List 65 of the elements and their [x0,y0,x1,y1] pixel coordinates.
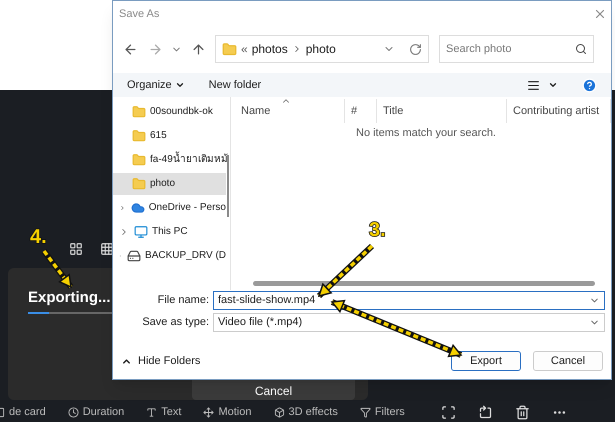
trash-icon[interactable] [514,404,530,420]
combo-field[interactable]: Video file (*.mp4) [213,313,605,332]
command-button[interactable]: Organize [127,76,185,94]
close-icon[interactable] [593,7,607,21]
toolbar-label[interactable]: de card [9,404,46,420]
folder-icon [132,153,146,167]
view-icon[interactable] [527,78,540,92]
folder-icon [132,129,146,143]
nav-item[interactable]: 00soundbk-ok [113,101,226,123]
field-label: File name: [156,293,209,308]
toolbar-label[interactable]: Motion [218,404,252,420]
cube-icon[interactable] [274,406,284,418]
address-prefix: « [241,41,248,58]
nav-item[interactable]: BACKUP_DRV (D [113,245,226,267]
nav-item[interactable]: 615 [113,125,226,147]
field-label: Save as type: [141,315,209,330]
filter-icon[interactable] [360,406,371,418]
help-icon[interactable] [582,78,597,92]
toolbar-label[interactable]: Duration [82,404,124,420]
address-bar[interactable]: « photos photo [215,35,429,63]
step-number: 3. [369,220,386,240]
toolbar-label[interactable]: Text [161,404,182,420]
search-icon[interactable] [575,43,587,55]
folder-icon [222,42,237,56]
command-button[interactable]: New folder [208,76,262,94]
dashed-arrow [42,249,74,289]
nav-item[interactable]: fa-49น้ำยาเติมหม้ [113,149,226,171]
folder-icon [132,177,146,191]
cloud-icon [130,201,145,215]
drive-icon [127,249,142,263]
column-header[interactable]: Name [231,99,345,123]
breadcrumb[interactable]: photos [252,40,288,58]
toolbar-label[interactable]: 3D effects [288,404,338,420]
folder-icon [132,105,146,119]
nav-item[interactable]: OneDrive - Perso [113,197,226,219]
caret-icon[interactable] [174,80,185,90]
refresh-icon[interactable] [409,42,422,56]
dialog-button[interactable]: Export [451,351,521,371]
column-header[interactable]: Title [377,99,507,123]
caret-icon[interactable] [548,80,558,90]
window-title: Save As [119,6,160,22]
combo-field[interactable]: fast-slide-show.mp4 [213,291,605,310]
breadcrumb[interactable]: photo [306,40,336,58]
grid-icon[interactable] [100,242,114,256]
empty-message: No items match your search. [356,126,496,141]
rotate-icon[interactable] [478,404,493,420]
expand-icon[interactable] [119,203,126,213]
grid-icon[interactable] [69,242,83,256]
text-icon[interactable] [146,406,158,418]
monitor-icon [134,225,148,239]
toolbar-label[interactable]: Filters [374,404,405,420]
move-icon[interactable] [203,406,214,418]
nav-item[interactable]: This PC [113,221,226,243]
back-icon[interactable] [123,42,138,56]
exporting-title: Exporting... [28,290,110,305]
search-field[interactable]: Search photo [439,35,594,63]
nav-item[interactable]: photo [113,173,226,195]
column-header[interactable]: Contributing artist [507,99,611,123]
crop-icon[interactable] [440,404,456,420]
column-header[interactable]: # [345,99,377,123]
dialog-button[interactable]: Cancel [533,351,603,371]
hide-folders-button[interactable]: Hide Folders [121,352,200,370]
clock-icon[interactable] [68,406,79,418]
step-number: 4. [30,227,47,247]
up-icon[interactable] [191,42,206,56]
